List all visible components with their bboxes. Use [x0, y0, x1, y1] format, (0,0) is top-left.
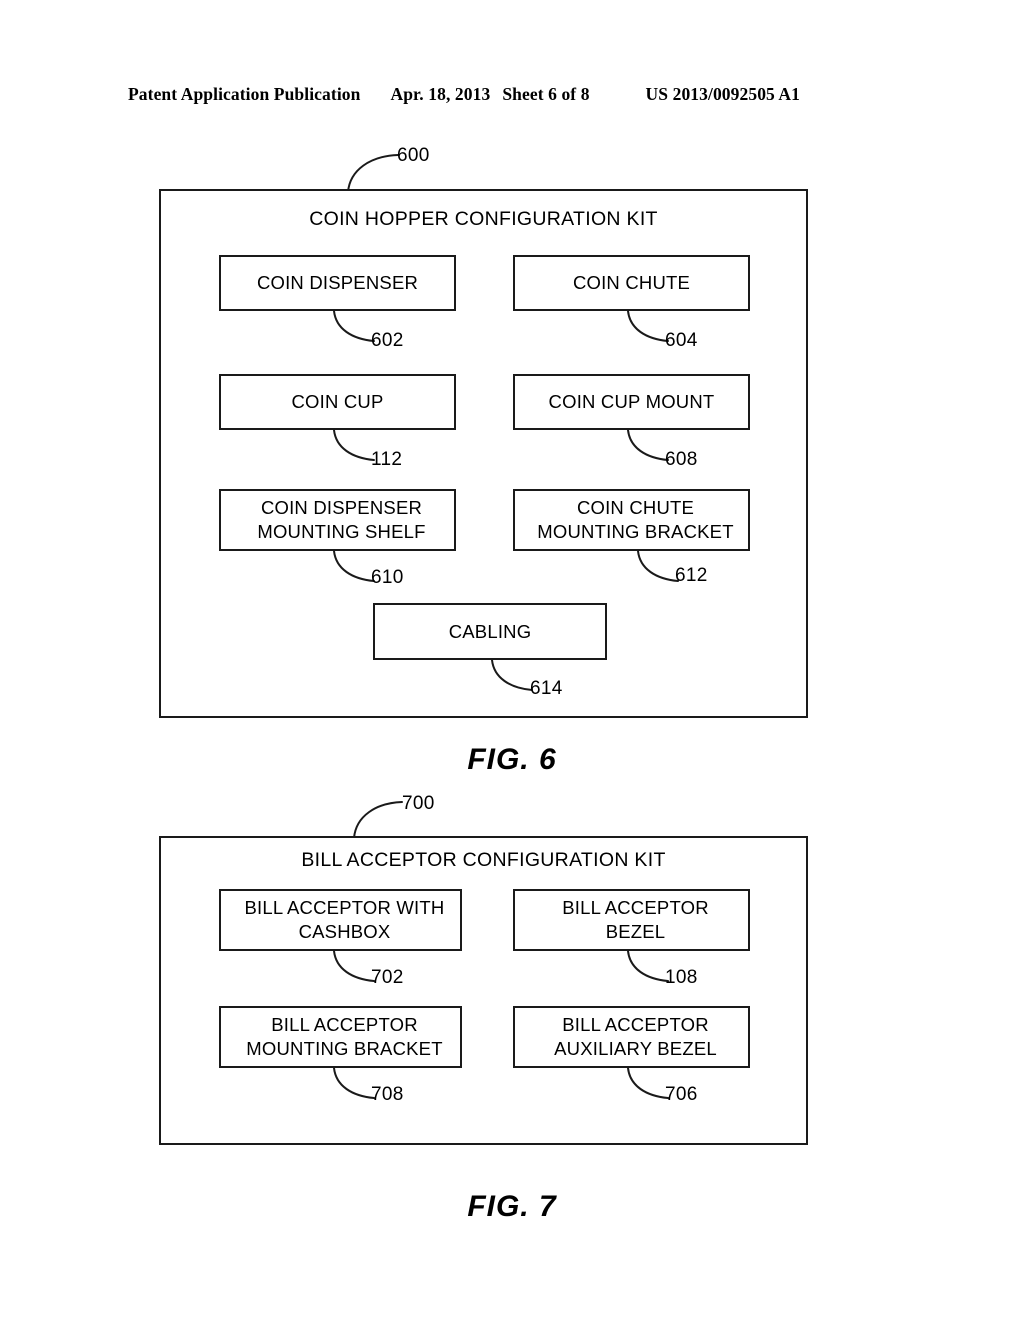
- ref-number-108: 108: [665, 967, 698, 988]
- figure-7: 700 BILL ACCEPTOR CONFIGURATION KIT BILL…: [0, 0, 1024, 1320]
- ref-number-706: 706: [665, 1084, 698, 1105]
- node-bill-acceptor-bezel: BILL ACCEPTOR BEZEL: [513, 889, 750, 951]
- node-bill-acceptor-with-cashbox: BILL ACCEPTOR WITH CASHBOX: [219, 889, 462, 951]
- ref-number-700: 700: [402, 793, 435, 814]
- label-line-1: BILL ACCEPTOR: [271, 1014, 418, 1036]
- ref-number-702: 702: [371, 967, 404, 988]
- label-line-1: BILL ACCEPTOR: [562, 1014, 709, 1036]
- node-bill-acceptor-mounting-bracket: BILL ACCEPTOR MOUNTING BRACKET: [219, 1006, 462, 1068]
- label-line-2: CASHBOX: [298, 921, 391, 942]
- bill-acceptor-kit-title: BILL ACCEPTOR CONFIGURATION KIT: [301, 849, 666, 871]
- figure-7-caption: FIG. 7: [467, 1190, 557, 1223]
- label-line-2: AUXILIARY BEZEL: [554, 1038, 717, 1059]
- label-line-2: MOUNTING BRACKET: [246, 1038, 443, 1059]
- label-line-1: BILL ACCEPTOR: [562, 897, 709, 919]
- node-bill-acceptor-auxiliary-bezel-label: BILL ACCEPTOR AUXILIARY BEZEL: [515, 1013, 748, 1060]
- node-bill-acceptor-mounting-bracket-label: BILL ACCEPTOR MOUNTING BRACKET: [221, 1013, 460, 1060]
- node-bill-acceptor-bezel-label: BILL ACCEPTOR BEZEL: [515, 896, 748, 943]
- ref-number-708: 708: [371, 1084, 404, 1105]
- bill-acceptor-kit-container: BILL ACCEPTOR CONFIGURATION KIT: [159, 836, 808, 1145]
- label-line-2: BEZEL: [605, 921, 666, 942]
- node-bill-acceptor-with-cashbox-label: BILL ACCEPTOR WITH CASHBOX: [221, 896, 460, 943]
- node-bill-acceptor-auxiliary-bezel: BILL ACCEPTOR AUXILIARY BEZEL: [513, 1006, 750, 1068]
- label-line-1: BILL ACCEPTOR WITH: [244, 897, 445, 919]
